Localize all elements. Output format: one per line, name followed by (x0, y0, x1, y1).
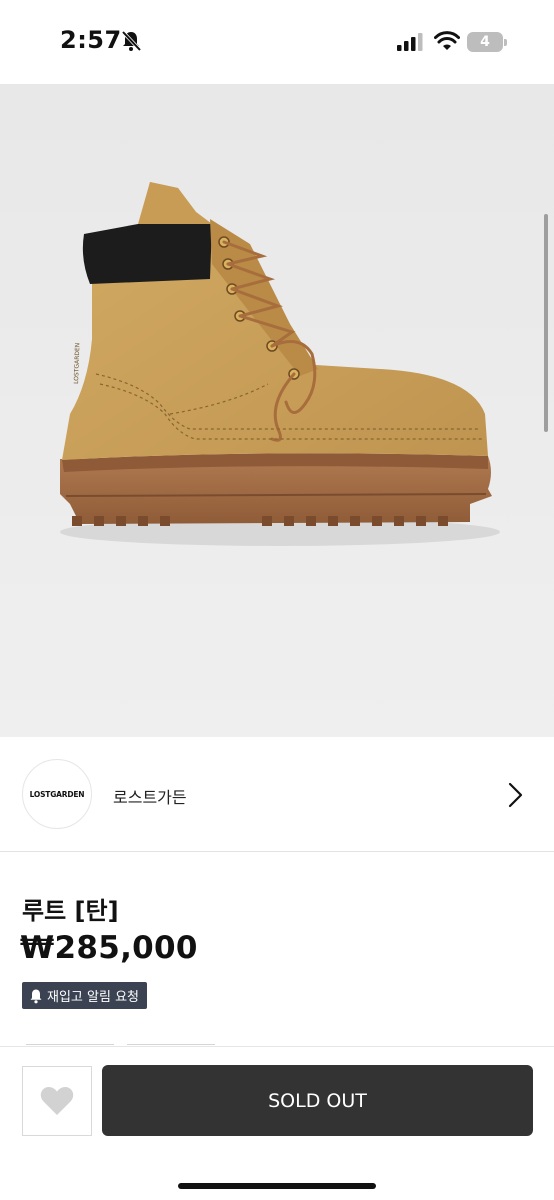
heart-icon (40, 1086, 74, 1115)
signal-icon (397, 33, 423, 51)
chevron-right-icon[interactable] (505, 782, 525, 808)
brand-logo-text: LOSTGARDEN (29, 789, 85, 799)
restock-alert-button[interactable]: 재입고 알림 요청 (22, 982, 147, 1009)
brand-name[interactable]: 로스트가든 (113, 784, 187, 808)
boot-illustration: LOSTGARDEN (0, 84, 554, 737)
wishlist-button[interactable] (22, 1066, 92, 1136)
bell-icon (30, 989, 42, 1003)
product-title: 루트 [탄] (22, 897, 119, 925)
bell-off-icon (121, 30, 142, 52)
home-indicator[interactable] (178, 1183, 376, 1189)
image-scroll-indicator (544, 214, 548, 432)
wifi-icon (434, 31, 460, 50)
bottom-action-bar: SOLD OUT (0, 1046, 554, 1200)
battery-icon: 4 (467, 32, 507, 52)
brand-logo[interactable]: LOSTGARDEN (22, 759, 92, 829)
battery-level: 4 (480, 34, 490, 50)
status-time: 2:57 (60, 26, 122, 54)
product-price: ₩285,000 (20, 930, 198, 966)
sold-out-button[interactable]: SOLD OUT (102, 1065, 533, 1136)
status-bar: 2:57 4 (0, 0, 554, 84)
boot-logo-text: LOSTGARDEN (73, 343, 81, 384)
restock-alert-label: 재입고 알림 요청 (47, 990, 139, 1005)
brand-row[interactable]: LOSTGARDEN 로스트가든 (0, 737, 554, 852)
product-image[interactable]: LOSTGARDEN (0, 84, 554, 737)
